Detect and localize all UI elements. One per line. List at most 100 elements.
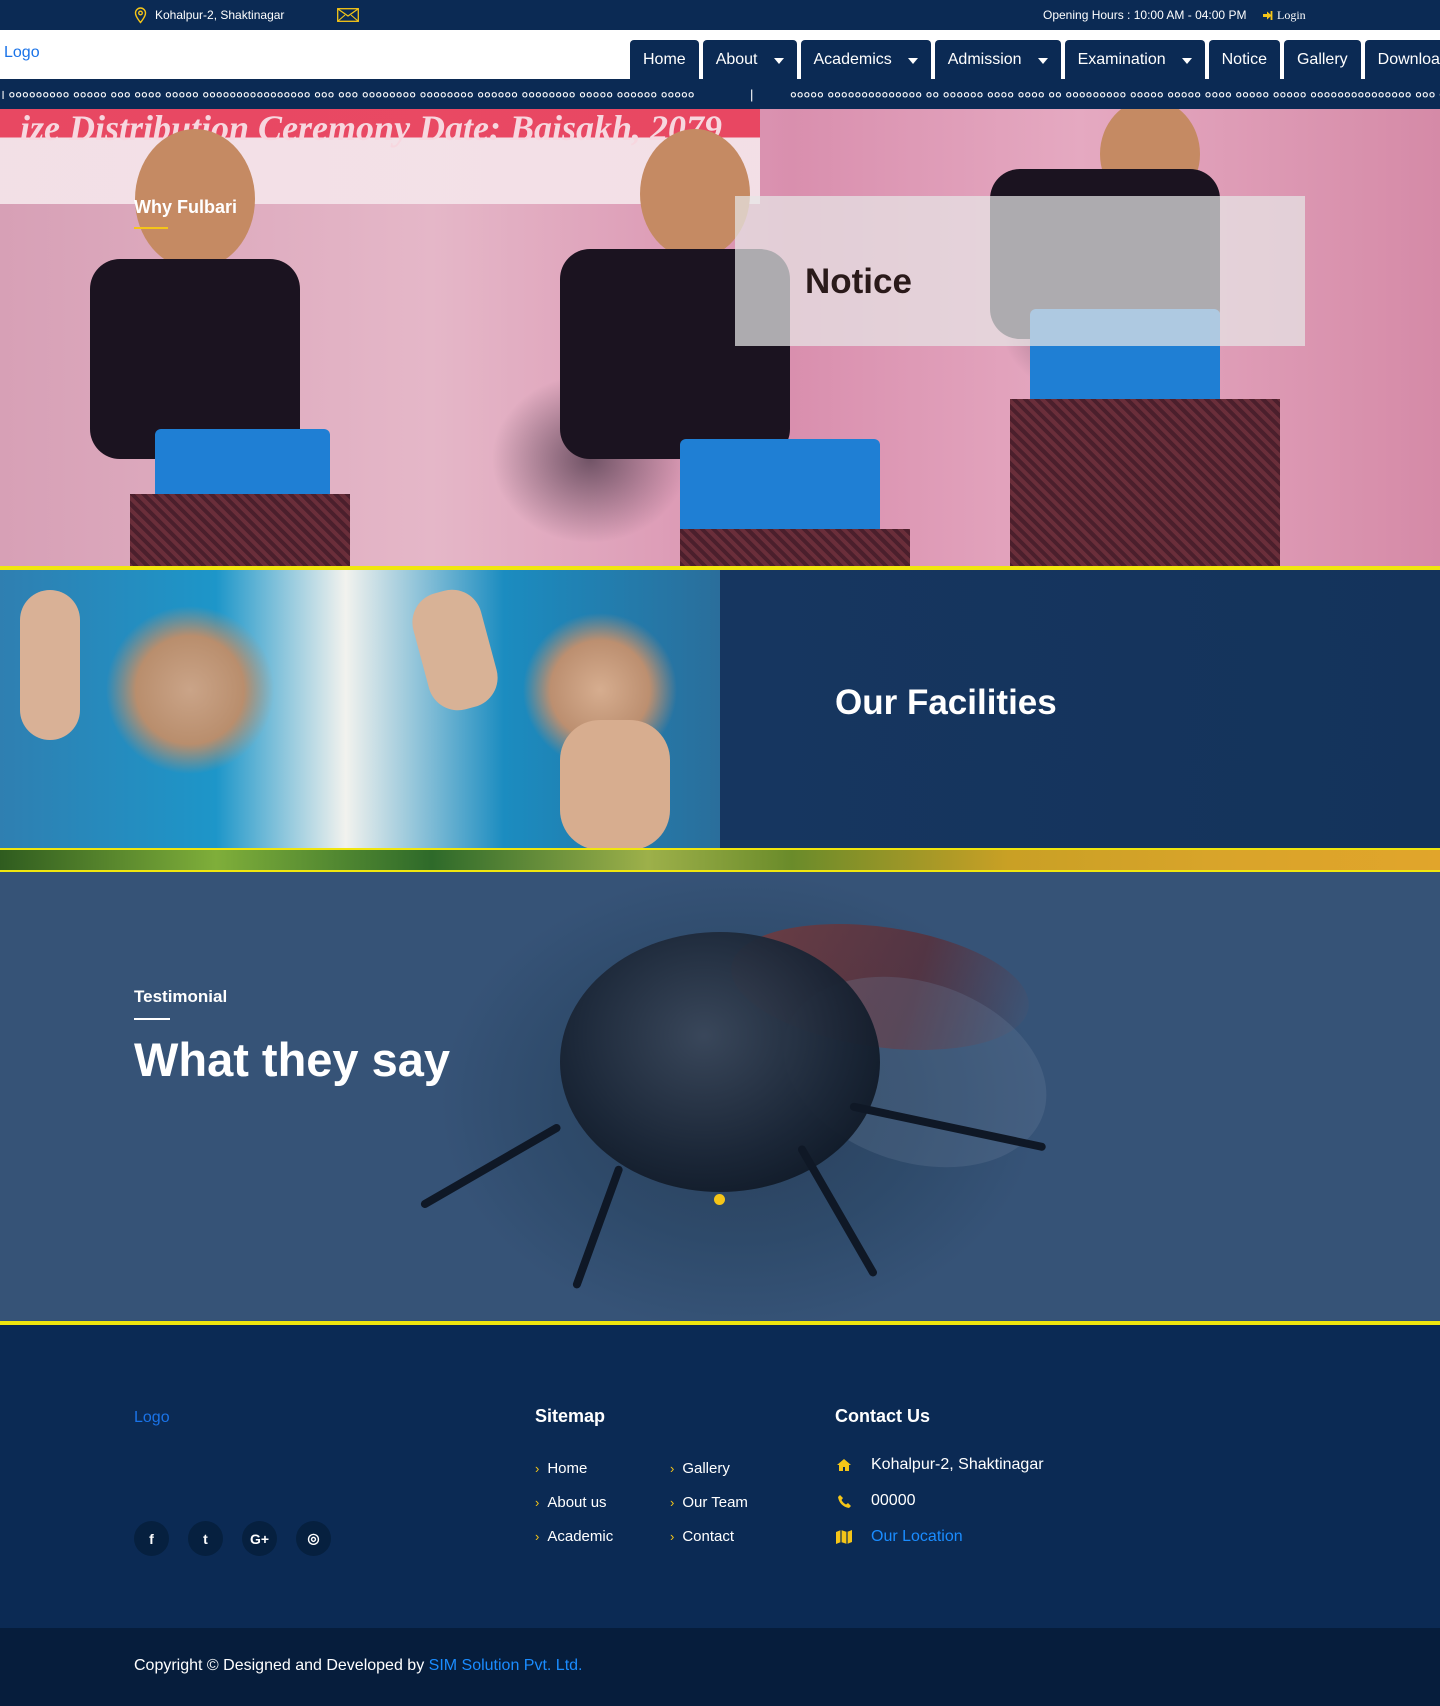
nav-item-about[interactable]: About [702,40,797,79]
nav-item-downloads[interactable]: Downloads [1364,40,1440,79]
sitemap-link-label: Our Team [682,1494,748,1511]
contact-location[interactable]: Our Location [835,1528,1044,1546]
chevron-right-icon: › [670,1461,675,1476]
location-pin-icon [134,6,147,24]
why-underline [134,227,168,229]
chevron-right-icon: › [535,1529,540,1544]
nav-item-notice[interactable]: Notice [1208,40,1280,79]
nav-item-examination[interactable]: Examination [1064,40,1205,79]
top-bar: Kohalpur-2, Shaktinagar Opening Hours : … [0,0,1440,30]
news-ticker: । ००००००००० ००००० ००० ०००० ००००० ०००००००… [0,79,1440,109]
copyright-text: Copyright © Designed and Developed by [134,1657,425,1674]
testimonial-title: What they say [134,1033,451,1086]
chevron-right-icon: › [670,1495,675,1510]
decorative-strip [0,850,1440,870]
nav-item-admission[interactable]: Admission [934,40,1061,79]
notice-title: Notice [805,262,912,301]
facilities-panel [720,570,1440,848]
sitemap-link-label: Academic [547,1528,614,1545]
photo-figure [640,129,750,259]
facilities-title: Our Facilities [835,683,1057,722]
chevron-right-icon: › [535,1461,540,1476]
photo-figure [1010,399,1280,566]
nav-item-label: Examination [1077,50,1166,68]
testimonial-label: Testimonial [134,987,228,1006]
login-link[interactable]: Login [1262,0,1306,30]
copyright: Copyright © Designed and Developed by SI… [134,1657,583,1675]
site-logo[interactable]: Logo [4,44,40,62]
photo-figure [680,439,880,539]
opening-hours: Opening Hours : 10:00 AM - 04:00 PM [1043,8,1247,22]
photo-figure [560,720,670,848]
caret-down-icon [1181,58,1192,64]
instagram-icon[interactable]: ◎ [296,1521,331,1556]
sitemap-link-about-us[interactable]: › About us [535,1494,613,1511]
sitemap-link-label: Gallery [682,1460,730,1477]
contact-address: Kohalpur-2, Shaktinagar [835,1456,1044,1474]
map-icon [835,1528,853,1546]
logo-alt-text: Logo [134,1409,170,1426]
photo-figure [155,429,330,499]
chevron-right-icon: › [535,1495,540,1510]
sitemap-link-academic[interactable]: › Academic [535,1528,613,1545]
footer-logo[interactable]: Logo [134,1409,170,1427]
sitemap-column: › Gallery › Our Team › Contact [670,1460,748,1545]
nav-item-label: About [715,50,758,68]
topbar-address: Kohalpur-2, Shaktinagar [134,0,284,30]
facilities-photo [0,570,720,848]
caret-down-icon [773,58,784,64]
photo-figure [130,494,350,566]
social-links: f t G+ ◎ [134,1521,331,1556]
contact-title: Contact Us [835,1406,931,1426]
login-label: Login [1277,7,1306,22]
chevron-right-icon: › [670,1529,675,1544]
nav-item-label: Academics [813,50,892,68]
hero-photo-banner-text: ize Distribution Ceremony Date: Baisakh,… [20,109,723,148]
photo-figure [20,590,80,740]
contact-list: Kohalpur-2, Shaktinagar 00000 Our Locati… [835,1456,1044,1546]
sitemap-link-label: Contact [682,1528,735,1545]
sitemap-link-home[interactable]: › Home [535,1460,613,1477]
ticker-separator: | [750,86,754,102]
topbar-address-text: Kohalpur-2, Shaktinagar [155,8,285,22]
sitemap-link-our-team[interactable]: › Our Team [670,1494,748,1511]
sitemap-column: › Home › About us › Academic [535,1460,613,1545]
photo-figure [680,529,910,566]
background-insect-image [560,932,880,1192]
mail-icon[interactable] [337,8,359,22]
contact-phone-text: 00000 [871,1492,916,1509]
carousel-dot[interactable] [714,1194,725,1205]
ticker-text: । ००००००००० ००००० ००० ०००० ००००० ०००००००… [0,87,695,102]
background-insect-image [796,1144,879,1278]
google-plus-icon[interactable]: G+ [242,1521,277,1556]
home-icon [835,1456,853,1474]
background-insect-image [571,1164,624,1290]
company-link[interactable]: SIM Solution Pvt. Ltd. [429,1657,583,1674]
caret-down-icon [1037,58,1048,64]
caret-down-icon [907,58,918,64]
sitemap-link-label: About us [547,1494,607,1511]
testimonial-section [0,872,1440,1322]
nav-item-home[interactable]: Home [630,40,699,79]
twitter-icon[interactable]: t [188,1521,223,1556]
login-icon [1263,10,1273,20]
contact-address-text: Kohalpur-2, Shaktinagar [871,1456,1044,1473]
nav-item-label: Admission [947,50,1022,68]
background-insect-image [419,1122,562,1210]
sitemap-link-contact[interactable]: › Contact [670,1528,748,1545]
sitemap-title: Sitemap [535,1406,606,1426]
nav-item-label: Notice [1221,50,1267,68]
nav-item-label: Gallery [1296,50,1348,68]
sitemap-link-gallery[interactable]: › Gallery [670,1460,748,1477]
nav-item-gallery[interactable]: Gallery [1283,40,1361,79]
nav-item-label: Downloads [1377,50,1440,68]
photo-figure [405,582,505,718]
logo-alt-text: Logo [4,44,40,61]
testimonial-underline [134,1018,170,1020]
our-location-link[interactable]: Our Location [871,1528,963,1546]
why-label: Why Fulbari [134,197,237,217]
contact-phone: 00000 [835,1492,1044,1510]
nav-item-academics[interactable]: Academics [800,40,931,79]
section-divider [0,1321,1440,1325]
facebook-icon[interactable]: f [134,1521,169,1556]
